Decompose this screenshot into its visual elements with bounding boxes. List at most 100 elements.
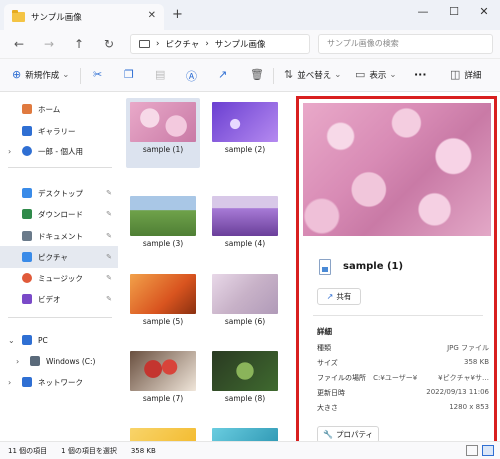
detail-row-modified: 更新日時 2022/09/13 11:06 (317, 388, 489, 400)
detail-key: 大きさ (317, 404, 338, 412)
new-button[interactable]: ⊕ 新規作成 ⌄ (12, 68, 69, 81)
view-button[interactable]: ▭ 表示 ⌄ (355, 68, 397, 81)
file-name: sample (2) (224, 145, 266, 154)
view-icon: ▭ (355, 68, 366, 81)
item-count: 11 個の項目 (8, 446, 48, 455)
drive-icon (30, 356, 40, 366)
details-pane: sample (1) ↗ 共有 詳細 種類 JPG ファイル サイズ 358 K… (296, 96, 497, 449)
detail-key: 種類 (317, 344, 331, 352)
view-label: 表示 (369, 70, 387, 81)
folder-icon (12, 10, 25, 22)
details-view-icon[interactable] (466, 445, 478, 456)
breadcrumb-pictures[interactable]: ピクチャ (165, 38, 199, 50)
sidebar-item-label: ギャラリー (38, 126, 76, 136)
sidebar-item-label: ドキュメント (38, 231, 83, 241)
pin-icon: ✎ (106, 232, 112, 240)
sidebar-item-network[interactable]: › ネットワーク (0, 371, 118, 393)
chevron-right-icon[interactable]: › (8, 147, 11, 156)
document-icon (22, 231, 32, 241)
sidebar-item-downloads[interactable]: ダウンロード ✎ (0, 203, 118, 225)
rename-icon: Ⓐ (186, 70, 197, 83)
file-item[interactable]: sample (5) (130, 274, 196, 326)
chevron-right-icon[interactable]: › (8, 378, 11, 387)
sidebar-item-home[interactable]: ホーム (0, 98, 118, 120)
detail-value: JPG ファイル (447, 344, 489, 352)
file-item[interactable]: sample (2) (212, 102, 278, 154)
more-options-button[interactable]: ··· (414, 68, 427, 81)
file-item[interactable] (212, 428, 278, 441)
properties-label: プロパティ (335, 430, 374, 439)
forward-button[interactable]: → (34, 37, 64, 51)
sidebar-item-onedrive[interactable]: › 一郎 - 個人用 (0, 140, 118, 162)
image-thumbnail (212, 196, 278, 236)
maximize-button[interactable]: ☐ (444, 5, 464, 18)
clipboard-icon: ▤ (155, 68, 166, 81)
file-item[interactable]: sample (1) (130, 102, 196, 154)
image-thumbnail (212, 102, 278, 142)
file-name: sample (5) (142, 317, 184, 326)
sidebar-item-pictures[interactable]: ピクチャ ✎ (0, 246, 118, 268)
detail-row-location: ファイルの場所 C:¥ユーザー¥ ¥ピクチャ¥サ… (317, 373, 489, 385)
chevron-down-icon[interactable]: ⌄ (8, 336, 15, 345)
image-thumbnail (212, 428, 278, 441)
sidebar-item-desktop[interactable]: デスクトップ ✎ (0, 182, 118, 204)
chevron-right-icon[interactable]: › (16, 357, 19, 366)
detail-row-size: サイズ 358 KB (317, 358, 489, 370)
breadcrumb-separator: › (156, 39, 160, 49)
sidebar-item-label: ダウンロード (38, 209, 83, 219)
preview-image (303, 103, 491, 236)
address-bar[interactable]: › ピクチャ › サンプル画像 (130, 34, 310, 54)
wrench-icon: 🔧 (322, 430, 333, 439)
file-item[interactable]: sample (3) (130, 196, 196, 248)
minimize-button[interactable]: — (413, 5, 433, 18)
refresh-button[interactable]: ↻ (94, 37, 124, 51)
title-bar: サンプル画像 ✕ + — ☐ ✕ (0, 0, 500, 30)
delete-button[interactable]: 🗑 (250, 68, 268, 81)
sidebar-item-label: 一郎 - 個人用 (38, 146, 83, 156)
file-name: sample (3) (142, 239, 184, 248)
close-tab-icon[interactable]: ✕ (148, 10, 156, 21)
file-item[interactable]: sample (6) (212, 274, 278, 326)
sidebar-item-music[interactable]: ミュージック ✎ (0, 267, 118, 289)
file-name: sample (4) (224, 239, 266, 248)
file-item[interactable]: sample (7) (130, 351, 196, 403)
file-list: sample (1) sample (2) sample (3) sample … (118, 92, 296, 441)
new-tab-button[interactable]: + (172, 7, 183, 22)
monitor-icon (139, 40, 150, 48)
cut-button[interactable]: ✂ (93, 68, 106, 81)
tab-sample-images[interactable]: サンプル画像 ✕ (4, 4, 164, 30)
scissors-icon: ✂ (93, 68, 103, 81)
details-pane-button[interactable]: ◫ 詳細 (450, 68, 481, 81)
file-item[interactable] (130, 428, 196, 441)
up-button[interactable]: ↑ (64, 37, 94, 51)
sidebar-item-label: ホーム (38, 104, 61, 114)
copy-button[interactable]: ❐ (124, 68, 138, 81)
paste-button[interactable]: ▤ (155, 68, 169, 81)
share-button[interactable]: ↗ (218, 68, 231, 81)
sidebar-item-label: ピクチャ (38, 252, 68, 262)
rename-button[interactable]: Ⓐ (186, 68, 201, 84)
file-name: sample (7) (142, 394, 184, 403)
pc-icon (22, 335, 32, 345)
sort-button[interactable]: ⇅ 並べ替え ⌄ (284, 68, 341, 81)
sidebar-item-gallery[interactable]: ギャラリー (0, 120, 118, 142)
back-button[interactable]: ← (4, 37, 34, 51)
desktop-icon (22, 188, 32, 198)
sidebar-item-windows-c[interactable]: › Windows (C:) (0, 350, 118, 372)
details-title: 詳細 (317, 327, 332, 336)
sidebar-item-label: ビデオ (38, 294, 61, 304)
file-item[interactable]: sample (4) (212, 196, 278, 248)
share-label: 共有 (336, 292, 352, 301)
pictures-icon (22, 252, 32, 262)
sidebar-item-documents[interactable]: ドキュメント ✎ (0, 225, 118, 247)
share-button[interactable]: ↗ 共有 (317, 288, 361, 305)
close-window-button[interactable]: ✕ (474, 5, 494, 18)
large-icons-view-icon[interactable] (482, 445, 494, 456)
details-label: 詳細 (464, 70, 482, 81)
sidebar-item-label: ミュージック (38, 273, 83, 283)
sidebar-item-videos[interactable]: ビデオ ✎ (0, 288, 118, 310)
file-item[interactable]: sample (8) (212, 351, 278, 403)
sidebar-item-pc[interactable]: ⌄ PC (0, 329, 118, 351)
search-input[interactable]: サンプル画像の検索 (318, 34, 493, 54)
breadcrumb-sample-images[interactable]: サンプル画像 (215, 38, 266, 50)
